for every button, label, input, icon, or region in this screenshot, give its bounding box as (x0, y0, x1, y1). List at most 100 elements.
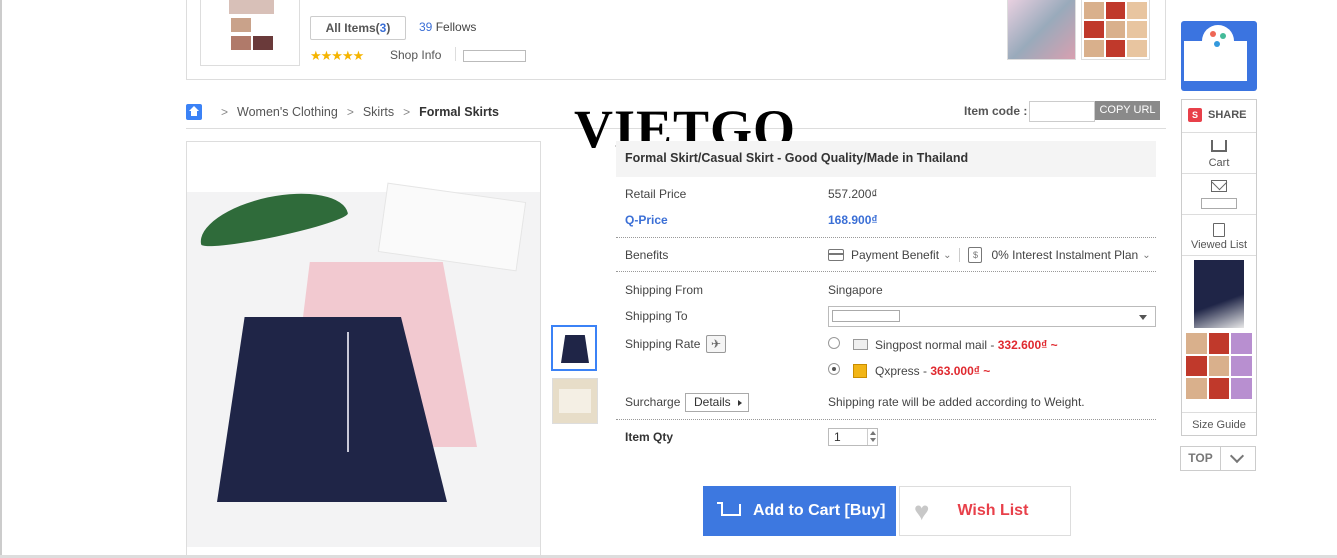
chevron-down-icon[interactable] (1229, 448, 1245, 464)
quantity-spin-buttons[interactable] (867, 429, 877, 445)
shipping-to-label: Shipping To (625, 309, 688, 323)
viewed-item-thumbnail[interactable] (1186, 333, 1252, 399)
shop-follow-placeholder[interactable] (463, 50, 526, 62)
shipping-rate-label: Shipping Rate (625, 337, 701, 351)
divider (1182, 255, 1256, 256)
quantity-stepper[interactable]: 1 (828, 428, 878, 446)
qprice-label: Q-Price (625, 213, 668, 227)
cart-icon (717, 501, 741, 521)
item-qty-label: Item Qty (625, 430, 674, 444)
back-to-top-button[interactable]: TOP (1180, 446, 1256, 471)
share-label: SHARE (1208, 109, 1247, 121)
wish-list-button[interactable]: ♥ Wish List (899, 486, 1071, 536)
shipping-from-label: Shipping From (625, 283, 704, 297)
shipping-option-price: 332.600₫ ~ (997, 338, 1058, 352)
share-button[interactable]: S SHARE (1188, 108, 1247, 122)
product-thumbnail[interactable] (552, 378, 598, 424)
breadcrumb-item[interactable]: Skirts (363, 105, 394, 119)
sidebar-cart-label[interactable]: Cart (1182, 157, 1256, 169)
wish-list-label: Wish List (957, 502, 1029, 519)
fellows-label: Fellows (435, 20, 477, 34)
divider (959, 248, 961, 262)
benefits-row: Payment Benefit ⌄ $ 0% Interest Instalme… (828, 247, 1151, 263)
chevron-right-icon: > (346, 105, 354, 119)
shop-info-link[interactable]: Shop Info (390, 48, 441, 62)
sidebar-banner[interactable] (1181, 21, 1257, 91)
page-left-edge (0, 0, 2, 558)
shipping-option-name: Qxpress - (875, 364, 928, 378)
clipboard-icon[interactable] (1213, 223, 1225, 237)
message-count-placeholder (1201, 198, 1237, 209)
divider (1182, 132, 1256, 133)
shop-promo-image[interactable] (1081, 0, 1150, 60)
all-items-close: ) (386, 21, 391, 35)
shipping-to-select[interactable] (828, 306, 1156, 327)
add-to-cart-button[interactable]: Add to Cart [Buy] (703, 486, 896, 536)
divider (616, 419, 1156, 420)
divider (616, 237, 1156, 238)
item-code-field[interactable] (1029, 101, 1095, 122)
payment-benefit-dropdown[interactable]: Payment Benefit (851, 248, 939, 262)
quantity-value: 1 (834, 430, 841, 444)
chevron-right-icon: > (403, 105, 411, 119)
top-label: TOP (1181, 447, 1221, 470)
shipping-option-price: 363.000₫ ~ (930, 364, 991, 378)
qprice-value: 168.900₫ (828, 213, 878, 227)
product-title: Formal Skirt/Casual Skirt - Good Quality… (616, 141, 1156, 177)
shipping-to-value (832, 310, 900, 322)
lace-detail (347, 332, 349, 452)
mail-icon (853, 339, 868, 350)
shop-header: All Items(3) 39 Fellows ★★★★★ Shop Info (186, 0, 1166, 80)
heart-icon: ♥ (914, 496, 930, 526)
cart-icon[interactable] (1211, 140, 1227, 152)
divider (455, 47, 456, 61)
size-guide-link[interactable]: Size Guide (1182, 419, 1256, 431)
divider (1182, 412, 1256, 413)
product-thumbnail-selected[interactable] (551, 325, 597, 371)
package-icon (853, 364, 867, 378)
fellows-link[interactable]: 39 Fellows (419, 20, 476, 34)
all-items-button[interactable]: All Items(3) (310, 16, 406, 40)
chevron-down-icon: ⌄ (1142, 249, 1151, 261)
breadcrumb-current[interactable]: Formal Skirts (419, 105, 499, 119)
banner-logo-icon (1202, 25, 1234, 57)
airplane-icon: ✈ (706, 335, 726, 353)
viewed-item-thumbnail[interactable] (1194, 260, 1244, 328)
breadcrumb-item[interactable]: Women's Clothing (237, 105, 338, 119)
home-icon[interactable] (186, 104, 202, 120)
shipping-option-radio-selected[interactable] (828, 363, 840, 375)
share-icon: S (1188, 108, 1202, 122)
item-code-label: Item code : (964, 104, 1028, 118)
credit-card-icon (828, 249, 844, 261)
shop-thumbnail[interactable] (200, 0, 300, 66)
shipping-from-value: Singapore (828, 283, 883, 297)
shipping-option-radio[interactable] (828, 337, 840, 349)
shipping-option-singpost: Singpost normal mail - 332.600₫ ~ (875, 338, 1058, 352)
surcharge-details-button[interactable]: Details (685, 393, 749, 412)
retail-price-label: Retail Price (625, 187, 687, 201)
divider (1182, 214, 1256, 215)
dropdown-arrow-icon (1139, 315, 1147, 320)
quick-sidebar: S SHARE Cart Viewed List Size Guide (1181, 99, 1257, 436)
product-main-image[interactable] (186, 141, 541, 558)
surcharge-label: Surcharge (625, 395, 681, 409)
instalment-plan-dropdown[interactable]: 0% Interest Instalment Plan (991, 248, 1138, 262)
copy-url-button[interactable]: COPY URL (1095, 101, 1160, 120)
shipping-option-qxpress: Qxpress - 363.000₫ ~ (875, 364, 990, 378)
fellows-count: 39 (419, 20, 433, 34)
chevron-right-icon: > (221, 105, 229, 119)
shop-promo-image[interactable] (1007, 0, 1076, 60)
mail-icon[interactable] (1211, 180, 1227, 192)
all-items-label: All Items( (325, 21, 380, 35)
benefits-label: Benefits (625, 248, 669, 262)
divider (616, 271, 1156, 272)
chevron-down-icon: ⌄ (943, 249, 952, 261)
shipping-option-name: Singpost normal mail - (875, 338, 995, 352)
retail-price-value: 557.200₫ (828, 187, 878, 201)
surcharge-note: Shipping rate will be added according to… (828, 395, 1085, 409)
viewed-list-label[interactable]: Viewed List (1182, 239, 1256, 251)
add-to-cart-label: Add to Cart [Buy] (753, 502, 886, 519)
instalment-icon: $ (968, 247, 983, 263)
breadcrumb: > Women's Clothing > Skirts > Formal Ski… (186, 104, 499, 120)
shop-rating-stars: ★★★★★ (310, 48, 364, 63)
